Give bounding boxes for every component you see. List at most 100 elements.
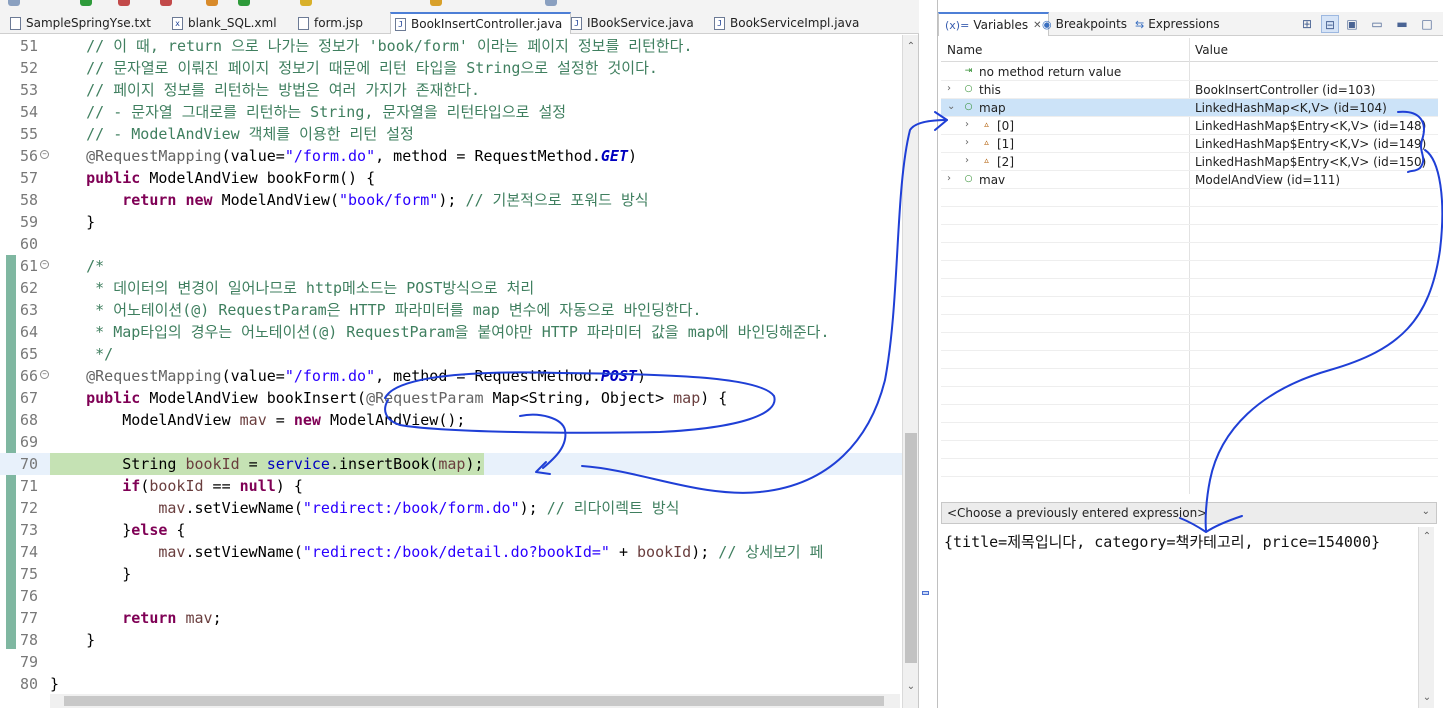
code-line[interactable]: 66− @RequestMapping(value="/form.do", me… bbox=[0, 365, 902, 387]
horizontal-scrollbar[interactable] bbox=[50, 694, 900, 708]
code-line[interactable]: 59 } bbox=[0, 211, 902, 233]
code-text: return new ModelAndView("book/form"); //… bbox=[50, 189, 648, 211]
editor-tab[interactable]: SampleSpringYse.txt bbox=[6, 12, 151, 34]
tab-variables[interactable]: (x)= Variables ✕ bbox=[938, 12, 1049, 36]
code-token: (value= bbox=[221, 147, 285, 165]
code-line[interactable]: 65 */ bbox=[0, 343, 902, 365]
variable-row[interactable]: › ○ this BookInsertController (id=103) bbox=[941, 81, 1438, 99]
code-line[interactable]: 51 // 이 때, return 으로 나가는 정보가 'book/form'… bbox=[0, 35, 902, 57]
code-line[interactable]: 63 * 어노테이션(@) RequestParam은 HTTP 파라미터를 m… bbox=[0, 299, 902, 321]
code-area[interactable]: 51 // 이 때, return 으로 나가는 정보가 'book/form'… bbox=[0, 35, 902, 708]
code-line[interactable]: 64 * Map타입의 경우는 어노테이션(@) RequestParam을 붙… bbox=[0, 321, 902, 343]
code-line[interactable]: 62 * 데이터의 변경이 일어나므로 http메소드는 POST방식으로 처리 bbox=[0, 277, 902, 299]
chevron-down-icon[interactable]: ⌄ bbox=[947, 101, 957, 112]
local-var-icon: ○ bbox=[964, 174, 973, 184]
tab-breakpoints[interactable]: ◉ Breakpoints bbox=[1042, 12, 1127, 36]
code-line[interactable]: 54 // - 문자열 그대로를 리턴하는 String, 문자열을 리턴타입으… bbox=[0, 101, 902, 123]
variable-row[interactable]: › ▵ [0] LinkedHashMap$Entry<K,V> (id=148) bbox=[941, 117, 1438, 135]
scroll-thumb[interactable] bbox=[905, 433, 917, 663]
scroll-up-icon[interactable]: ⌃ bbox=[1419, 529, 1435, 545]
variable-row[interactable]: › ▵ [1] LinkedHashMap$Entry<K,V> (id=149) bbox=[941, 135, 1438, 153]
code-token: ); bbox=[465, 455, 484, 473]
code-line[interactable]: 53 // 페이지 정보를 리턴하는 방법은 여러 가지가 존재한다. bbox=[0, 79, 902, 101]
tab-expressions[interactable]: ⇆ Expressions bbox=[1135, 12, 1220, 36]
run-icon[interactable] bbox=[80, 0, 92, 6]
variable-row[interactable]: › ○ mav ModelAndView (id=111) bbox=[941, 171, 1438, 189]
code-line[interactable]: 61− /* bbox=[0, 255, 902, 277]
code-line[interactable]: 57 public ModelAndView bookForm() { bbox=[0, 167, 902, 189]
stop-icon[interactable] bbox=[118, 0, 130, 6]
code-token: @RequestParam bbox=[366, 389, 484, 407]
variable-row[interactable]: ⌄ ○ map LinkedHashMap<K,V> (id=104) bbox=[941, 99, 1438, 117]
code-line[interactable]: 60 bbox=[0, 233, 902, 255]
code-line[interactable]: 74 mav.setViewName("redirect:/book/detai… bbox=[0, 541, 902, 563]
show-type-names-icon[interactable]: ⊞ bbox=[1298, 15, 1316, 33]
scroll-down-icon[interactable]: ⌄ bbox=[1419, 690, 1435, 706]
expression-combo[interactable]: <Choose a previously entered expression>… bbox=[941, 502, 1437, 524]
toolbar-icon[interactable] bbox=[545, 0, 557, 6]
detail-pane[interactable]: {title=제목입니다, category=책카테고리, price=1540… bbox=[941, 527, 1437, 708]
fold-toggle-icon[interactable]: − bbox=[40, 260, 49, 269]
code-line[interactable]: 76 bbox=[0, 585, 902, 607]
code-line[interactable]: 56− @RequestMapping(value="/form.do", me… bbox=[0, 145, 902, 167]
code-line[interactable]: 79 bbox=[0, 651, 902, 673]
code-token: } bbox=[50, 631, 96, 649]
fold-toggle-icon[interactable]: − bbox=[40, 370, 49, 379]
editor-vertical-scrollbar[interactable]: ⌃ ⌄ bbox=[902, 35, 918, 708]
code-line[interactable]: 58 return new ModelAndView("book/form");… bbox=[0, 189, 902, 211]
editor-tab[interactable]: J BookInsertController.java bbox=[390, 12, 572, 34]
code-line[interactable]: 75 } bbox=[0, 563, 902, 585]
column-value-header[interactable]: Value bbox=[1195, 43, 1228, 57]
column-name-header[interactable]: Name bbox=[947, 43, 982, 57]
maximize-icon[interactable]: □ bbox=[1418, 15, 1436, 33]
toolbar-icon[interactable] bbox=[8, 0, 20, 6]
code-line[interactable]: 55 // - ModelAndView 객체를 이용한 리턴 설정 bbox=[0, 123, 902, 145]
tab-expressions-label: Expressions bbox=[1148, 17, 1220, 31]
line-number: 79 bbox=[19, 653, 38, 671]
chevron-down-icon[interactable]: ⌄ bbox=[1422, 506, 1430, 517]
overview-marker[interactable] bbox=[922, 591, 929, 595]
step-over-icon[interactable] bbox=[430, 0, 442, 6]
show-logical-structure-icon[interactable]: ⊟ bbox=[1321, 15, 1339, 33]
scroll-down-icon[interactable]: ⌄ bbox=[903, 679, 919, 695]
scroll-thumb[interactable] bbox=[64, 696, 884, 706]
collapse-all-icon[interactable]: ▣ bbox=[1343, 15, 1361, 33]
scroll-up-icon[interactable]: ⌃ bbox=[903, 39, 919, 55]
code-line[interactable]: 67 public ModelAndView bookInsert(@Reque… bbox=[0, 387, 902, 409]
resume-icon[interactable] bbox=[238, 0, 250, 6]
code-line[interactable]: 77 return mav; bbox=[0, 607, 902, 629]
editor-tab[interactable]: x blank_SQL.xml bbox=[168, 12, 277, 34]
code-text: // - ModelAndView 객체를 이용한 리턴 설정 bbox=[50, 123, 414, 145]
code-line[interactable]: 68 ModelAndView mav = new ModelAndView()… bbox=[0, 409, 902, 431]
code-line[interactable]: 70 String bookId = service.insertBook(ma… bbox=[0, 453, 902, 475]
fold-toggle-icon[interactable]: − bbox=[40, 150, 49, 159]
code-line[interactable]: 73 }else { bbox=[0, 519, 902, 541]
code-token: ModelAndView(); bbox=[320, 411, 466, 429]
editor-tab[interactable]: form.jsp bbox=[294, 12, 363, 34]
code-line[interactable]: 80} bbox=[0, 673, 902, 695]
editor-tab[interactable]: J BookServiceImpl.java bbox=[710, 12, 859, 34]
code-text: public ModelAndView bookForm() { bbox=[50, 167, 375, 189]
chevron-right-icon[interactable]: › bbox=[965, 119, 975, 130]
code-line[interactable]: 52 // 문자열로 이뤄진 페이지 정보기 때문에 리턴 타입을 String… bbox=[0, 57, 902, 79]
chevron-right-icon[interactable]: › bbox=[947, 173, 957, 184]
step-icon[interactable] bbox=[300, 0, 312, 6]
code-line[interactable]: 78 } bbox=[0, 629, 902, 651]
chevron-right-icon[interactable]: › bbox=[947, 83, 957, 94]
code-line[interactable]: 72 mav.setViewName("redirect:/book/form.… bbox=[0, 497, 902, 519]
chevron-right-icon[interactable]: › bbox=[965, 137, 975, 148]
code-line[interactable]: 69 bbox=[0, 431, 902, 453]
editor-tab[interactable]: J IBookService.java bbox=[567, 12, 694, 34]
minimize-icon[interactable]: ▬ bbox=[1393, 15, 1411, 33]
view-menu-icon[interactable]: ▭ bbox=[1368, 15, 1386, 33]
chevron-right-icon[interactable]: › bbox=[965, 155, 975, 166]
line-number: 63 bbox=[19, 301, 38, 319]
close-icon[interactable]: ✕ bbox=[1033, 20, 1041, 31]
code-token: bookId bbox=[185, 455, 240, 473]
detail-scrollbar[interactable]: ⌃ ⌄ bbox=[1418, 527, 1434, 708]
variable-row[interactable]: › ▵ [2] LinkedHashMap$Entry<K,V> (id=150) bbox=[941, 153, 1438, 171]
terminate-icon[interactable] bbox=[160, 0, 172, 6]
code-line[interactable]: 71 if(bookId == null) { bbox=[0, 475, 902, 497]
variable-row[interactable]: ⇥ no method return value bbox=[941, 63, 1438, 81]
debug-icon[interactable] bbox=[206, 0, 218, 6]
